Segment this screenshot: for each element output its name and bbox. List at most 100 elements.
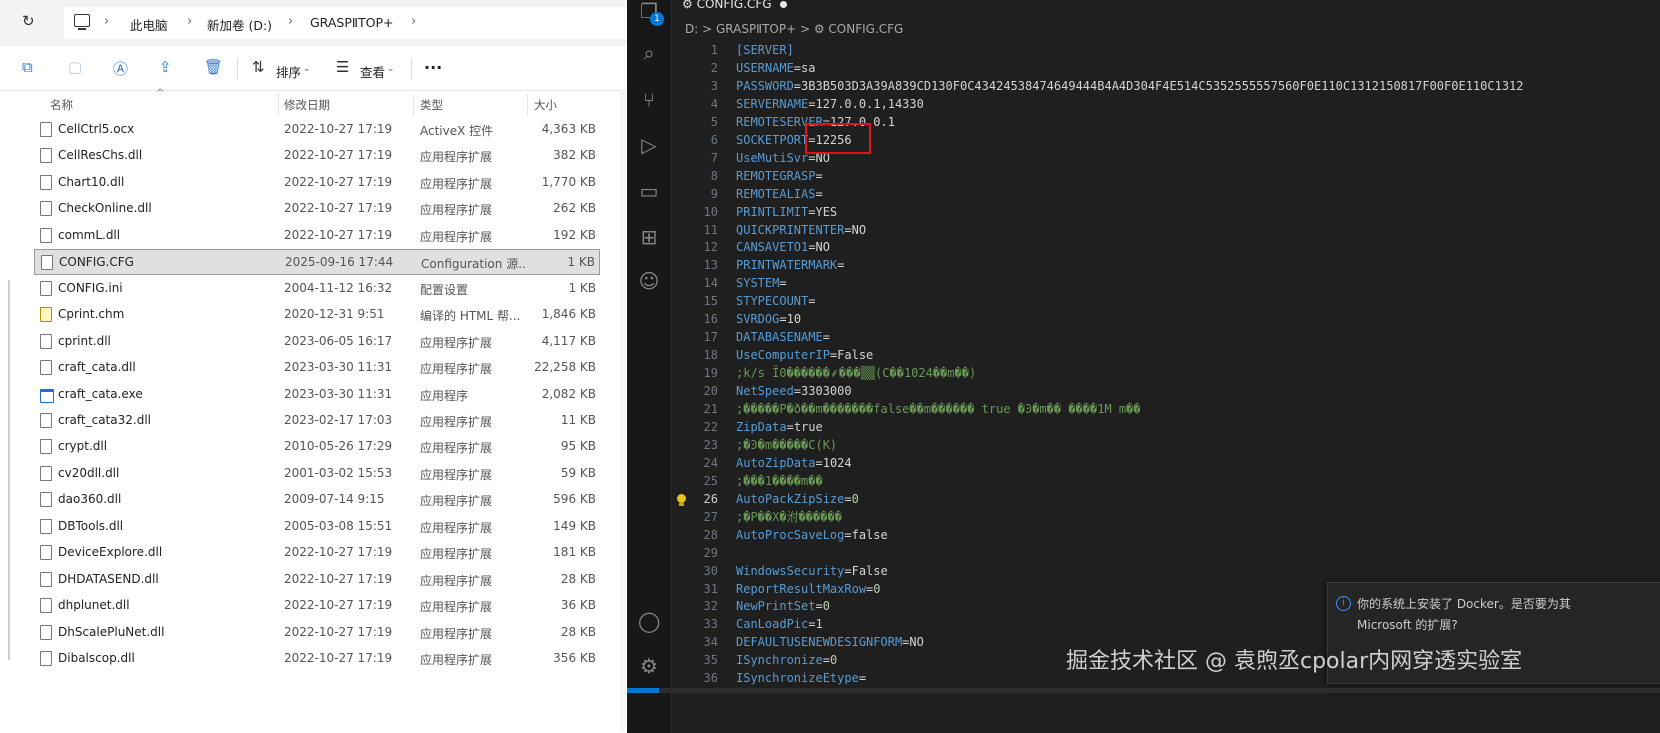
code-line[interactable]: ;�P��X�泭������ bbox=[736, 508, 842, 526]
code-line[interactable]: NewPrintSet=0 bbox=[736, 597, 830, 615]
copy-icon[interactable]: ⧉ bbox=[22, 58, 33, 76]
code-line[interactable]: AutoPackZipSize=0 bbox=[736, 490, 859, 508]
code-line[interactable]: ISynchronizeEtype= bbox=[736, 669, 866, 687]
search-icon[interactable]: ⌕ bbox=[638, 42, 660, 64]
file-row[interactable]: Cprint.chm 2020-12-31 9:51 编译的 HTML 帮... 1,… bbox=[34, 302, 600, 328]
file-row[interactable]: craft_cata32.dll 2023-02-17 17:03 应用程序扩展 11… bbox=[34, 408, 600, 434]
column-divider[interactable] bbox=[278, 94, 279, 116]
scrollbar[interactable] bbox=[620, 90, 626, 730]
file-row[interactable]: cv20dll.dll 2001-03-02 15:53 应用程序扩展 59 KB bbox=[34, 461, 600, 487]
code-line[interactable]: ;k/s Ï0������⸙���▒▒(C��1024��m��) bbox=[736, 364, 976, 382]
more-options-icon[interactable]: ··· bbox=[424, 58, 442, 77]
remote-explorer-icon[interactable]: ▭ bbox=[638, 180, 660, 202]
file-name: Chart10.dll bbox=[58, 174, 125, 189]
code-line[interactable]: DEFAULTUSENEWDESIGNFORM=NO bbox=[736, 633, 924, 651]
breadcrumb-drive[interactable]: 新加卷 (D:) bbox=[207, 15, 272, 34]
code-line[interactable]: CANSAVETO1=NO bbox=[736, 238, 830, 256]
code-line[interactable]: PRINTLIMIT=YES bbox=[736, 203, 837, 221]
file-row[interactable]: CONFIG.CFG 2025-09-16 17:44 Configuration … bbox=[34, 249, 600, 276]
breadcrumb-this-pc[interactable]: 此电脑 bbox=[130, 15, 168, 34]
run-debug-icon[interactable]: ▷ bbox=[638, 134, 660, 156]
code-line[interactable]: AutoZipData=1024 bbox=[736, 454, 852, 472]
code-line[interactable]: AutoProcSaveLog=false bbox=[736, 526, 888, 544]
code-line[interactable]: QUICKPRINTENTER=NO bbox=[736, 221, 866, 239]
editor-tab[interactable]: ⚙ CONFIG.CFG bbox=[682, 0, 772, 11]
code-line[interactable]: PRINTWATERMARK= bbox=[736, 256, 844, 274]
file-row[interactable]: CheckOnline.dll 2022-10-27 17:19 应用程序扩展 262… bbox=[34, 196, 600, 222]
file-row[interactable]: DHDATASEND.dll 2022-10-27 17:19 应用程序扩展 28 K… bbox=[34, 567, 600, 593]
file-row[interactable]: DhScalePluNet.dll 2022-10-27 17:19 应用程序扩展 2… bbox=[34, 620, 600, 646]
annotation-highlight-box bbox=[805, 123, 871, 154]
file-row[interactable]: DBTools.dll 2005-03-08 15:51 应用程序扩展 149 KB bbox=[34, 514, 600, 540]
code-line[interactable]: ;�Ͽ�m�����C(K) bbox=[736, 436, 837, 454]
file-row[interactable]: CellResChs.dll 2022-10-27 17:19 应用程序扩展 382 … bbox=[34, 143, 600, 169]
file-type: 应用程序扩展 bbox=[420, 653, 493, 667]
view-button[interactable]: 查看 bbox=[360, 62, 385, 81]
editor-breadcrumb[interactable]: D: > GRASPⅡTOP+ > ⚙ CONFIG.CFG bbox=[685, 22, 903, 36]
file-row[interactable]: commL.dll 2022-10-27 17:19 应用程序扩展 192 KB bbox=[34, 223, 600, 249]
address-bar[interactable]: › 此电脑 › 新加卷 (D:) › GRASPⅡTOP+ › bbox=[64, 7, 627, 39]
column-header-size[interactable]: 大小 bbox=[534, 97, 557, 113]
settings-gear-icon[interactable]: ⚙ bbox=[638, 655, 660, 677]
source-control-icon[interactable]: ⑂ bbox=[638, 89, 660, 111]
file-date: 2023-02-17 17:03 bbox=[284, 412, 393, 427]
column-divider[interactable] bbox=[527, 94, 528, 116]
rename-icon[interactable]: Ⓐ bbox=[113, 58, 128, 79]
file-row[interactable]: DeviceExplore.dll 2022-10-27 17:19 应用程序扩展 1… bbox=[34, 540, 600, 566]
code-line[interactable]: ReportResultMaxRow=0 bbox=[736, 580, 881, 598]
equals-sign: = bbox=[815, 168, 823, 183]
info-icon: i bbox=[1336, 596, 1351, 611]
remote-indicator[interactable] bbox=[627, 688, 659, 693]
file-row[interactable]: crypt.dll 2010-05-26 17:29 应用程序扩展 95 KB bbox=[34, 434, 600, 460]
extensions-icon[interactable]: ⊞ bbox=[638, 226, 660, 248]
code-line[interactable]: REMOTEALIAS= bbox=[736, 185, 823, 203]
equals-sign: = bbox=[808, 294, 816, 309]
refresh-icon[interactable]: ↻ bbox=[22, 12, 35, 30]
code-line[interactable]: ISynchronize=0 bbox=[736, 651, 837, 669]
delete-icon[interactable]: 🗑 bbox=[204, 58, 223, 76]
share-icon[interactable]: ⇪ bbox=[159, 58, 172, 76]
file-row[interactable]: Chart10.dll 2022-10-27 17:19 应用程序扩展 1,770 K… bbox=[34, 170, 600, 196]
file-row[interactable]: dao360.dll 2009-07-14 9:15 应用程序扩展 596 KB bbox=[34, 487, 600, 513]
account-icon[interactable]: ◯ bbox=[638, 610, 660, 632]
breadcrumb-folder[interactable]: GRASPⅡTOP+ bbox=[310, 15, 394, 30]
code-line[interactable]: STYPECOUNT= bbox=[736, 292, 815, 310]
code-line[interactable]: UseComputerIP=False bbox=[736, 346, 873, 364]
sort-icon[interactable]: ⇅ bbox=[252, 58, 265, 76]
code-line[interactable]: SVRDOG=10 bbox=[736, 310, 801, 328]
code-line[interactable]: NetSpeed=3303000 bbox=[736, 382, 852, 400]
file-icon bbox=[40, 122, 52, 137]
copilot-icon[interactable]: ☺ bbox=[638, 270, 660, 292]
paste-icon[interactable]: ▢ bbox=[68, 58, 82, 76]
column-header-date[interactable]: 修改日期 bbox=[284, 97, 330, 113]
code-line[interactable]: ;���1����m�� bbox=[736, 472, 823, 490]
code-line[interactable]: DATABASENAME= bbox=[736, 328, 830, 346]
column-header-type[interactable]: 类型 bbox=[420, 97, 443, 113]
code-line[interactable]: CanLoadPic=1 bbox=[736, 615, 823, 633]
column-divider[interactable] bbox=[413, 94, 414, 116]
file-size: 356 KB bbox=[553, 651, 596, 665]
file-row[interactable]: CONFIG.ini 2004-11-12 16:32 配置设置 1 KB bbox=[34, 276, 600, 302]
code-line[interactable]: WindowsSecurity=False bbox=[736, 562, 888, 580]
file-row[interactable]: Dibalscop.dll 2022-10-27 17:19 应用程序扩展 356 K… bbox=[34, 646, 600, 672]
code-line[interactable]: SERVERNAME=127.0.0.1,14330 bbox=[736, 95, 924, 113]
sort-button[interactable]: 排序 bbox=[276, 62, 301, 81]
code-line[interactable]: SYSTEM= bbox=[736, 274, 787, 292]
file-row[interactable]: craft_cata.dll 2023-03-30 11:31 应用程序扩展 22,2… bbox=[34, 355, 600, 381]
code-line[interactable]: ;�����P�ð��m�������false��m������ true �… bbox=[736, 400, 1141, 418]
file-row[interactable]: cprint.dll 2023-06-05 16:17 应用程序扩展 4,117 KB bbox=[34, 329, 600, 355]
code-line[interactable]: [SERVER] bbox=[736, 41, 794, 59]
code-line[interactable]: ZipData=true bbox=[736, 418, 823, 436]
config-value: 1 bbox=[815, 617, 823, 632]
file-row[interactable]: craft_cata.exe 2023-03-30 11:31 应用程序 2,082 … bbox=[34, 382, 600, 408]
unsaved-dot-icon[interactable] bbox=[780, 1, 787, 8]
code-line[interactable]: USERNAME=sa bbox=[736, 59, 815, 77]
file-row[interactable]: dhplunet.dll 2022-10-27 17:19 应用程序扩展 36 KB bbox=[34, 593, 600, 619]
code-line[interactable]: REMOTEGRASP= bbox=[736, 167, 823, 185]
config-key: ZipData bbox=[736, 419, 787, 434]
code-line[interactable]: PASSWORD=3B3B503D3A39A839CD130F0C4342453… bbox=[736, 77, 1524, 95]
view-icon[interactable]: ☰ bbox=[336, 58, 349, 76]
lightbulb-icon[interactable] bbox=[677, 493, 686, 506]
column-header-name[interactable]: 名称 bbox=[50, 97, 73, 113]
file-row[interactable]: CellCtrl5.ocx 2022-10-27 17:19 ActiveX 控件 4… bbox=[34, 117, 600, 143]
